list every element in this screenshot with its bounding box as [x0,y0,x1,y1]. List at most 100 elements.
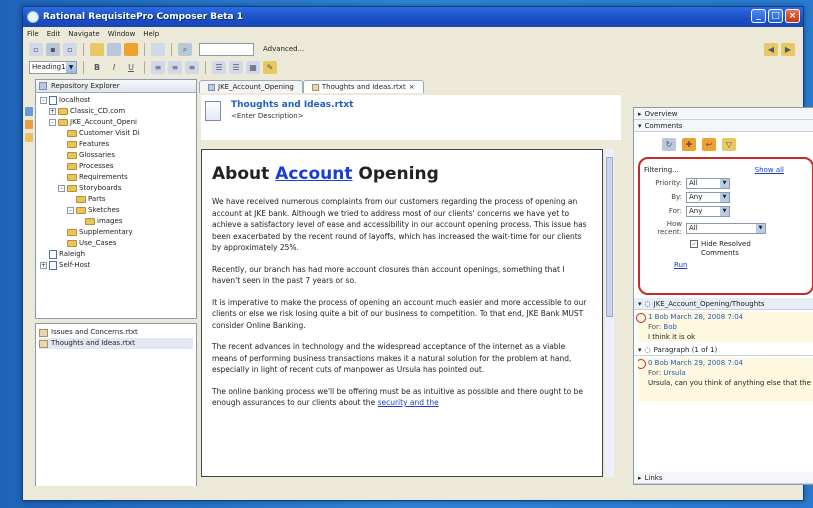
overview-section[interactable]: ▸ Overview [634,108,813,120]
recent-select[interactable]: All ▼ [686,222,766,234]
run-link[interactable]: Run [674,261,687,269]
print-icon[interactable]: ▫ [63,42,77,56]
numbered-list-icon[interactable]: ☰ [229,60,243,74]
tree-item[interactable]: + Self-Host [40,260,194,271]
tree-item-label: Processes [79,162,114,170]
folder-icon[interactable] [90,42,104,56]
project-icon [49,96,57,105]
document-description[interactable]: <Enter Description> [231,112,304,120]
close-button[interactable]: × [785,9,800,23]
scroll-thumb[interactable] [606,157,613,317]
chevron-down-icon: ▼ [66,61,76,73]
back-icon[interactable]: ◀ [764,42,778,56]
collapse-icon[interactable]: - [40,97,47,104]
tree-item-label: images [97,217,123,225]
filter-icon[interactable]: ▽ [722,138,736,151]
tree-item[interactable]: Parts [40,194,194,205]
underline-button[interactable]: U [124,61,138,74]
repository-icon [39,82,47,90]
file-list-panel: Issues and Concerns.rtxt Thoughts and Id… [35,323,197,495]
tree-item[interactable]: - localhost [40,95,194,106]
tree-item[interactable]: Use_Cases [40,238,194,249]
search-icon[interactable]: ⌕ [178,42,192,56]
show-all-link[interactable]: Show all [755,166,784,174]
copy-icon[interactable] [107,42,121,56]
tree-item[interactable]: - JKE_Account_Openi [40,117,194,128]
tree-item[interactable]: Customer Visit Di [40,128,194,139]
menu-navigate[interactable]: Navigate [68,30,99,38]
tree-item[interactable]: Features [40,139,194,150]
advanced-search-link[interactable]: Advanced... [263,45,304,53]
tab-account-opening[interactable]: JKE_Account_Opening [199,80,303,93]
paragraph-thread-header[interactable]: ▾ ◌ Paragraph (1 of 1) [634,344,813,356]
list-item[interactable]: Issues and Concerns.rtxt [39,327,193,338]
by-select[interactable]: Any ▼ [686,191,730,203]
document-title[interactable]: Thoughts and Ideas.rtxt [231,100,353,110]
refresh-icon[interactable]: ↻ [662,138,676,151]
run-icon[interactable] [124,42,138,56]
document-scrollbar[interactable] [605,149,614,477]
comment-item[interactable]: 0 Bob March 29, 2008 7:04 For: Ursula Ur… [638,358,813,402]
menu-help[interactable]: Help [143,30,159,38]
collapse-icon[interactable]: - [58,185,65,192]
repository-explorer-tab[interactable]: Repository Explorer [36,80,196,93]
for-select[interactable]: Any ▼ [686,205,730,217]
hide-resolved-checkbox[interactable]: ✓ [690,240,698,248]
table-icon[interactable]: ▦ [246,60,260,74]
doc-icon [208,83,215,91]
comments-section[interactable]: ▾ Comments [634,120,813,132]
save-icon[interactable]: ▪ [46,42,60,56]
align-right-icon[interactable]: ≡ [185,60,199,74]
view-icon[interactable] [25,107,33,116]
align-left-icon[interactable]: ≡ [151,60,165,74]
tree-item[interactable]: images [40,216,194,227]
tree-item[interactable]: - Storyboards [40,183,194,194]
tree-item[interactable]: Glossaries [40,150,194,161]
priority-select[interactable]: All ▼ [686,177,730,189]
collapse-icon[interactable]: - [67,207,74,214]
side-strip [23,77,35,497]
security-link[interactable]: security and the [378,398,439,407]
tree-item[interactable]: Requirements [40,172,194,183]
style-select[interactable]: Heading1 ▼ [29,60,77,74]
menu-window[interactable]: Window [108,30,136,38]
italic-button[interactable]: I [107,61,121,74]
collapse-icon[interactable]: - [49,119,56,126]
links-section[interactable]: ▸ Links [634,472,813,484]
list-item[interactable]: Thoughts and Ideas.rtxt [39,338,193,349]
menu-edit[interactable]: Edit [47,30,61,38]
reply-icon[interactable]: ↩ [702,138,716,151]
bold-button[interactable]: B [90,61,104,74]
tree-item[interactable]: Supplementary [40,227,194,238]
forward-icon[interactable]: ▶ [781,42,795,56]
comment-thread-header[interactable]: ▾ ◌ JKE_Account_Opening/Thoughts [634,298,813,310]
account-link[interactable]: Account [275,164,352,184]
project-icon [49,261,57,270]
document-body[interactable]: About Account Opening We have received n… [201,149,603,477]
view-icon[interactable] [25,120,33,129]
search-input[interactable] [199,42,254,56]
maximize-button[interactable]: □ [768,9,783,23]
chevron-down-icon: ▼ [720,206,729,216]
expand-icon[interactable]: + [40,262,47,269]
tree-item[interactable]: + Classic_CD.com [40,106,194,117]
expand-icon[interactable]: + [49,108,56,115]
add-comment-icon[interactable]: ✚ [682,138,696,151]
thread-icon: ◌ [644,299,651,308]
bullet-list-icon[interactable]: ☰ [212,60,226,74]
align-center-icon[interactable]: ≡ [168,60,182,74]
minimize-button[interactable]: _ [751,9,766,23]
tab-thoughts-and-ideas[interactable]: Thoughts and Ideas.rtxt × [302,80,424,93]
menu-file[interactable]: File [27,30,39,38]
highlight-icon[interactable]: ✎ [263,60,277,74]
close-icon[interactable]: × [409,83,415,91]
comment-item[interactable]: 1 Bob March 28, 2008 7:04 For: Bob I thi… [636,312,813,342]
paragraph: It is imperative to make the process of … [212,297,587,330]
tree-item[interactable]: Processes [40,161,194,172]
paragraph: Recently, our branch has had more accoun… [212,264,565,286]
tree-item[interactable]: - Sketches [40,205,194,216]
tree-item[interactable]: Raleigh [40,249,194,260]
view-icon[interactable] [25,133,33,142]
nav-icon[interactable] [151,42,165,56]
new-icon[interactable]: ▫ [29,42,43,56]
